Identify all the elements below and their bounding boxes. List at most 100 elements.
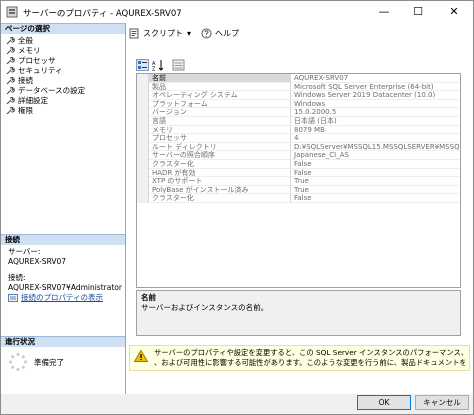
property-name: クラスター化: [149, 160, 291, 169]
row-gutter: [137, 91, 149, 100]
row-gutter: [137, 142, 149, 152]
title-bar[interactable]: サーバーのプロパティ - AQUREX-SRV07 — ☐ ✕: [1, 1, 473, 23]
warning-text: サーバーのプロパティや設定を変更すると、この SQL Server インスタンス…: [154, 348, 465, 368]
property-value: Windows Server 2019 Datacenter (10.0): [291, 91, 460, 100]
progress-header: 進行状況: [1, 336, 125, 347]
row-gutter: [137, 108, 149, 117]
property-value: D:¥SQLServer¥MSSQL15.MSSQLSERVER¥MSSQ: [291, 143, 460, 152]
wrench-icon: [6, 77, 15, 85]
property-row[interactable]: 製品 Microsoft SQL Server Enterprise (64-bi…: [137, 82, 460, 92]
categorized-view-icon[interactable]: [136, 59, 149, 71]
property-row[interactable]: サーバーの照合順序 Japanese_CI_AS: [137, 151, 460, 160]
sidebar-item[interactable]: セキュリティ: [1, 66, 125, 76]
row-gutter: [137, 134, 149, 143]
wrench-icon: [6, 67, 15, 75]
property-value: Microsoft SQL Server Enterprise (64-bit): [291, 83, 460, 92]
property-value: True: [291, 186, 460, 195]
sidebar-item-label: セキュリティ: [18, 66, 63, 75]
window-title: サーバーのプロパティ - AQUREX-SRV07: [23, 9, 182, 19]
script-label: スクリプト: [143, 28, 183, 38]
sort-alphabetical-icon[interactable]: A Z: [152, 59, 165, 71]
sidebar-item-label: 詳細設定: [18, 96, 48, 105]
sidebar-item-label: データベースの設定: [18, 86, 86, 95]
property-name: クラスター化: [149, 194, 291, 203]
sidebar-item[interactable]: データベースの設定: [1, 86, 125, 96]
property-row[interactable]: PolyBase がインストール済み True: [137, 185, 460, 195]
maximize-button[interactable]: ☐: [403, 1, 433, 23]
property-value: Windows: [291, 100, 460, 109]
help-label: ヘルプ: [215, 28, 240, 38]
property-description: 名前 サーバーおよびインスタンスの名前。: [136, 290, 461, 336]
server-value: AQUREX-SRV07: [8, 257, 67, 266]
property-grid[interactable]: 名前 AQUREX-SRV07 製品 Microsoft SQL Server Ent…: [136, 73, 461, 288]
row-gutter: [137, 168, 149, 178]
property-row[interactable]: プロセッサ 4: [137, 134, 460, 143]
cancel-button[interactable]: キャンセル: [415, 395, 469, 410]
right-pane: スクリプト ▾ ヘルプ A Z 名前 AQUREX-SRV07 製品 Micro…: [126, 23, 473, 394]
server-label: サーバー:: [8, 247, 41, 256]
row-gutter: [137, 185, 149, 195]
property-name: HADR が有効: [149, 168, 291, 178]
script-button[interactable]: スクリプト ▾: [129, 28, 191, 39]
view-connection-properties-link[interactable]: 接続のプロパティの表示: [8, 293, 124, 303]
property-value: AQUREX-SRV07: [291, 74, 460, 83]
sidebar-item[interactable]: プロセッサ: [1, 56, 125, 66]
ok-button[interactable]: OK: [357, 395, 411, 410]
sidebar-item[interactable]: 接続: [1, 76, 125, 86]
sidebar-item[interactable]: 詳細設定: [1, 96, 125, 106]
property-row[interactable]: HADR が有効 False: [137, 168, 460, 178]
chevron-down-icon[interactable]: ▾: [187, 29, 191, 38]
sidebar-item[interactable]: 権限: [1, 106, 125, 116]
script-icon: [129, 28, 139, 38]
grid-toolbar: A Z: [136, 59, 188, 71]
row-gutter: [137, 151, 149, 160]
property-row[interactable]: バージョン 15.0.2000.5: [137, 108, 460, 117]
connection-value: AQUREX-SRV07¥Administrator: [8, 283, 122, 292]
description-text: サーバーおよびインスタンスの名前。: [141, 303, 269, 312]
warning-line-1: サーバーのプロパティや設定を変更すると、この SQL Server インスタンス…: [154, 348, 465, 357]
property-value: False: [291, 169, 460, 178]
property-row[interactable]: XTP のサポート True: [137, 177, 460, 186]
property-row[interactable]: メモリ 8079 MB: [137, 125, 460, 135]
sql-server-icon: [6, 6, 18, 18]
property-pages-icon[interactable]: [172, 59, 185, 71]
property-row[interactable]: クラスター化 False: [137, 160, 460, 169]
sidebar-item-label: プロセッサ: [18, 56, 56, 65]
wrench-icon: [6, 47, 15, 55]
property-value: 4: [291, 134, 460, 143]
close-button[interactable]: ✕: [439, 1, 469, 23]
help-button[interactable]: ヘルプ: [201, 28, 239, 39]
property-name: プロセッサ: [149, 134, 291, 143]
property-value: 8079 MB: [291, 126, 460, 135]
sidebar-item-label: 権限: [18, 106, 33, 115]
row-gutter: [137, 74, 149, 83]
property-name: 言語: [149, 117, 291, 126]
connection-header: 接続: [1, 234, 125, 245]
sidebar-item-label: 全般: [18, 36, 33, 45]
property-value: 15.0.2000.5: [291, 108, 460, 117]
page-select-header: ページの選択: [1, 23, 125, 34]
sidebar-item[interactable]: 全般: [1, 36, 125, 46]
property-row[interactable]: 言語 日本語 (日本): [137, 117, 460, 126]
help-icon: [201, 28, 212, 38]
property-value: False: [291, 194, 460, 203]
property-value: 日本語 (日本): [291, 117, 460, 126]
sidebar-item-label: メモリ: [18, 46, 41, 55]
left-pane: ページの選択 全般 メモリ プロセッサ セキュリティ 接続 データベースの設定 詳細設定 権限…: [1, 23, 126, 394]
property-row[interactable]: クラスター化 False: [137, 194, 460, 203]
property-name: PolyBase がインストール済み: [149, 185, 291, 195]
connection-label: 接続:: [8, 273, 26, 282]
sidebar-item[interactable]: メモリ: [1, 46, 125, 56]
page-list: 全般 メモリ プロセッサ セキュリティ 接続 データベースの設定 詳細設定 権限: [1, 36, 125, 116]
property-row[interactable]: ルート ディレクトリ D:¥SQLServer¥MSSQL15.MSSQLSERV…: [137, 142, 460, 152]
property-name: XTP のサポート: [149, 177, 291, 186]
property-row[interactable]: オペレーティング システム Windows Server 2019 Datacen…: [137, 91, 460, 100]
dialog-toolbar: スクリプト ▾ ヘルプ: [126, 23, 473, 43]
dialog-footer: OK キャンセル: [1, 394, 473, 414]
description-title: 名前: [141, 293, 156, 302]
minimize-button[interactable]: —: [369, 1, 399, 23]
property-row[interactable]: プラットフォーム Windows: [137, 99, 460, 109]
row-gutter: [137, 194, 149, 203]
wrench-icon: [6, 87, 15, 95]
property-row[interactable]: 名前 AQUREX-SRV07: [137, 74, 460, 83]
